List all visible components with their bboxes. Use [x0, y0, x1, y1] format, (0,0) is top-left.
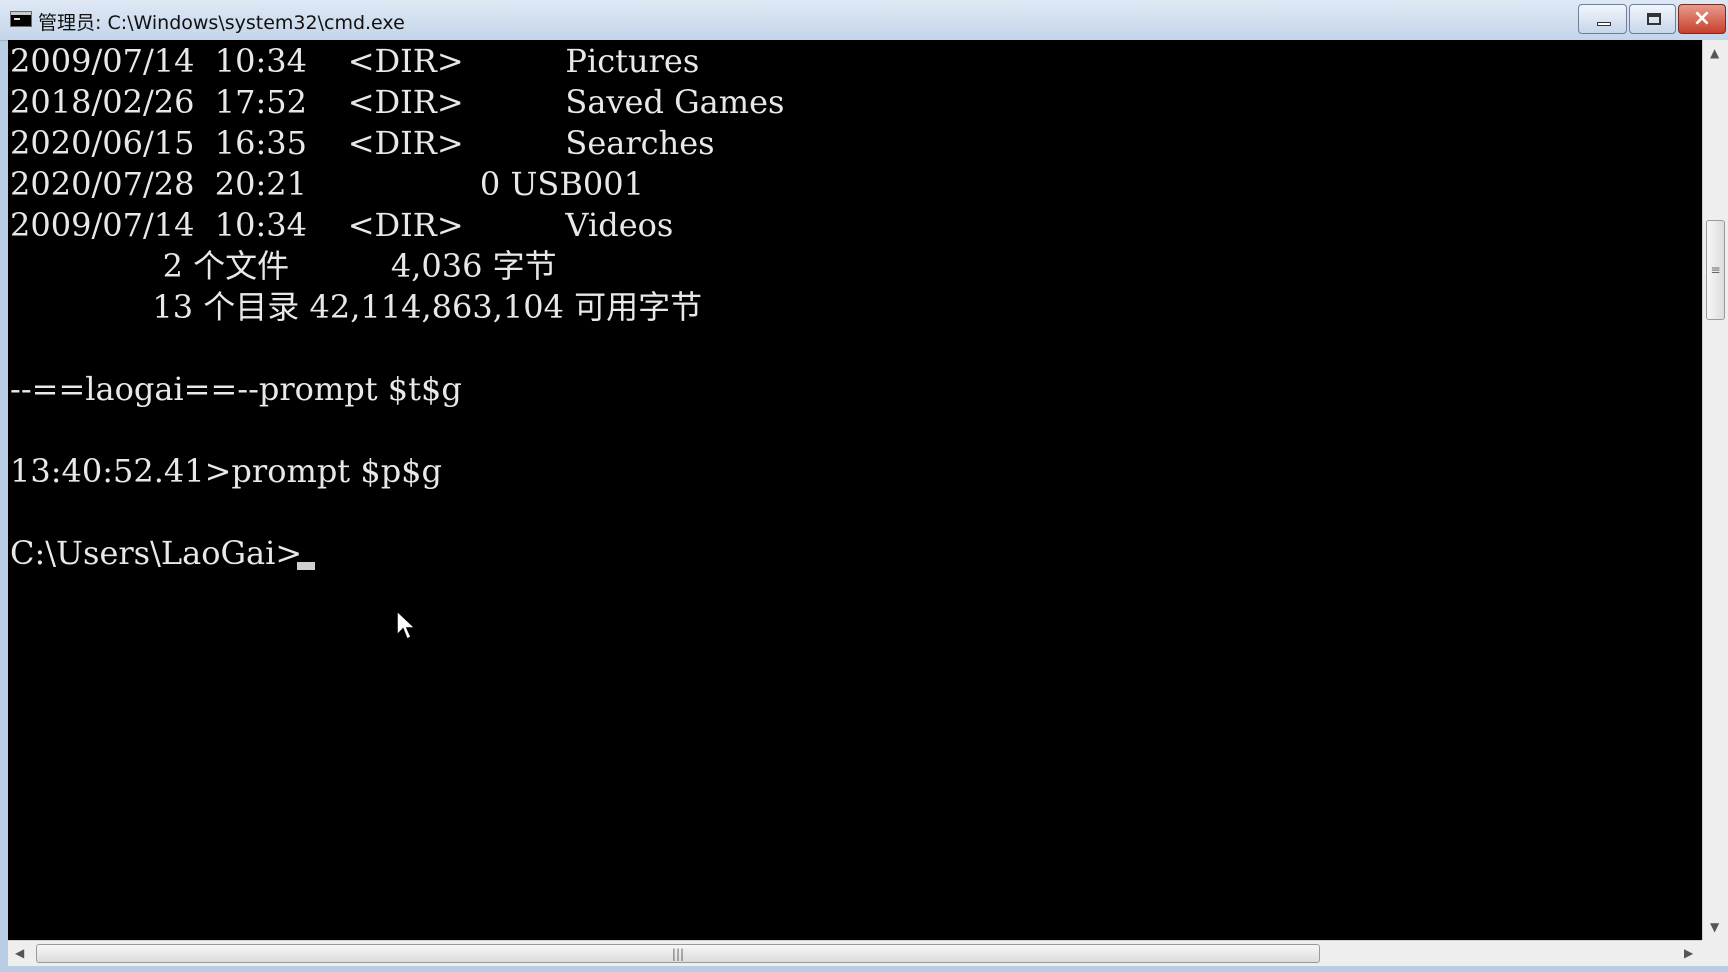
console-line: 2009/07/14 10:34 <DIR> Videos — [10, 206, 674, 244]
horizontal-scrollbar[interactable]: ◀ ||| ▶ — [8, 940, 1702, 966]
vertical-scroll-thumb[interactable]: ≡ — [1706, 220, 1725, 320]
console-line: 13:40:52.41>prompt $p$g — [10, 452, 443, 490]
close-icon: × — [1692, 6, 1712, 31]
text-cursor — [297, 562, 315, 570]
vertical-scrollbar[interactable]: ▲ ≡ ▼ — [1702, 40, 1728, 940]
console-line: 2020/07/28 20:21 0 USB001 — [10, 165, 644, 203]
scroll-left-arrow-icon[interactable]: ◀ — [15, 946, 24, 960]
command-prompt[interactable]: C:\Users\LaoGai> — [10, 533, 302, 574]
console-line: 2 个文件 4,036 字节 — [10, 247, 557, 285]
maximize-button[interactable] — [1629, 4, 1676, 34]
console-line: 13 个目录 42,114,863,104 可用字节 — [10, 288, 703, 326]
cmd-window: 管理员: C:\Windows\system32\cmd.exe × 2009/… — [0, 0, 1728, 972]
grip-icon: ≡ — [1710, 263, 1721, 277]
console-line: --==laogai==--prompt $t$g — [10, 370, 462, 408]
window-title: 管理员: C:\Windows\system32\cmd.exe — [38, 12, 405, 34]
scroll-right-arrow-icon[interactable]: ▶ — [1684, 946, 1693, 960]
scroll-down-arrow-icon[interactable]: ▼ — [1710, 920, 1719, 934]
scroll-up-arrow-icon[interactable]: ▲ — [1710, 46, 1719, 60]
window-frame — [0, 966, 1728, 972]
console-line: 2009/07/14 10:34 <DIR> Pictures — [10, 42, 700, 80]
minimize-button[interactable] — [1578, 4, 1627, 34]
horizontal-scroll-thumb[interactable]: ||| — [36, 944, 1320, 963]
cmd-icon[interactable] — [10, 11, 32, 27]
console-output[interactable]: 2009/07/14 10:34 <DIR> Pictures 2018/02/… — [8, 40, 1702, 940]
console-line: 2020/06/15 16:35 <DIR> Searches — [10, 124, 715, 162]
maximize-icon — [1647, 13, 1661, 25]
resize-grip[interactable] — [1702, 940, 1728, 966]
title-bar[interactable]: 管理员: C:\Windows\system32\cmd.exe × — [0, 0, 1728, 41]
close-button[interactable]: × — [1678, 4, 1726, 34]
grip-icon: ||| — [671, 946, 685, 961]
minimize-icon — [1597, 22, 1611, 26]
mouse-pointer-icon — [396, 609, 417, 641]
console-line: 2018/02/26 17:52 <DIR> Saved Games — [10, 83, 785, 121]
